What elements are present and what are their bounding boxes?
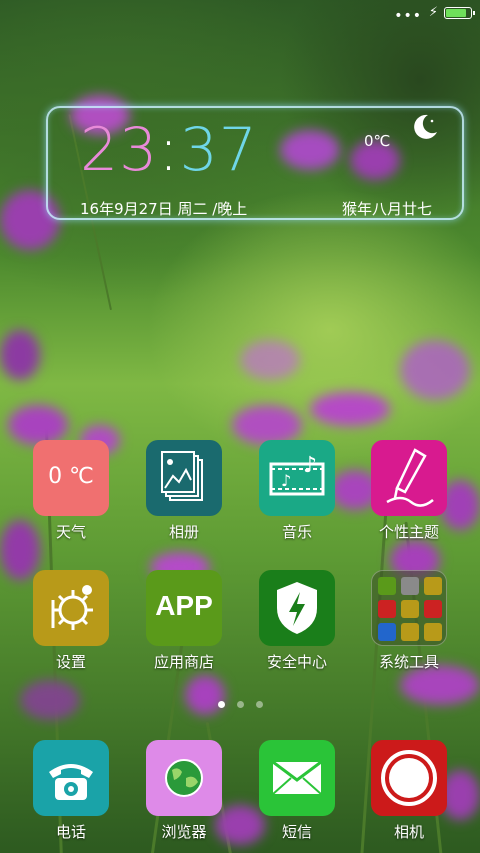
clock-hour: 23: [80, 115, 159, 185]
phone-icon: [33, 740, 109, 816]
folder-icon: [371, 570, 447, 646]
app-label-tools: 系统工具: [378, 653, 439, 671]
gallery-icon: [146, 440, 222, 516]
page-indicator: [0, 701, 480, 711]
charging-bolt-icon: ⚡: [428, 5, 438, 20]
page-dot-1[interactable]: [218, 701, 225, 708]
app-weather[interactable]: 0 ℃ 天气: [21, 440, 121, 542]
app-store-icon-text: APP: [155, 590, 213, 621]
envelope-icon: [259, 740, 335, 816]
brush-icon: [371, 440, 447, 516]
app-label-settings: 设置: [55, 653, 86, 671]
dock-sms[interactable]: 短信: [247, 740, 347, 842]
svg-text:♪: ♪: [281, 471, 291, 490]
page-dot-2[interactable]: [237, 701, 244, 708]
app-tools-folder[interactable]: 系统工具: [359, 570, 459, 672]
clock-minute: 37: [179, 115, 258, 185]
dock-label-sms: 短信: [281, 823, 312, 841]
dock-browser[interactable]: 浏览器: [134, 740, 234, 842]
weather-temperature: 0℃: [364, 132, 391, 150]
app-label-weather: 天气: [55, 523, 86, 541]
lunar-date-text: 猴年八月廿七: [342, 200, 433, 218]
page-dot-3[interactable]: [256, 701, 263, 708]
globe-icon: [146, 740, 222, 816]
dock-label-camera: 相机: [393, 823, 424, 841]
app-music[interactable]: ♪ ♪ 音乐: [247, 440, 347, 542]
app-themes[interactable]: 个性主题: [359, 440, 459, 542]
app-label-security: 安全中心: [266, 653, 327, 671]
dock-label-browser: 浏览器: [161, 823, 207, 841]
gear-icon: [33, 570, 109, 646]
music-icon: ♪ ♪: [259, 440, 335, 516]
app-security[interactable]: 安全中心: [247, 570, 347, 672]
clock-time: 23:37: [80, 118, 258, 182]
dock-label-phone: 电话: [55, 823, 86, 841]
clock-weather-widget[interactable]: 23:37 0℃ 16年9月27日 周二 /晚上 猴年八月廿七: [46, 106, 464, 220]
app-label-music: 音乐: [281, 523, 312, 541]
svg-text:♪: ♪: [303, 453, 317, 478]
camera-icon: [371, 740, 447, 816]
app-label-gallery: 相册: [168, 523, 199, 541]
app-label-themes: 个性主题: [378, 523, 439, 541]
moon-icon: [414, 114, 437, 139]
weather-icon-text: 0 ℃: [48, 464, 94, 489]
shield-icon: [259, 570, 335, 646]
battery-icon: [444, 7, 475, 19]
app-store-icon: APP: [146, 570, 222, 646]
app-gallery[interactable]: 相册: [134, 440, 234, 542]
weather-icon: 0 ℃: [33, 440, 109, 516]
date-text: 16年9月27日 周二 /晚上: [80, 200, 248, 218]
dock-camera[interactable]: 相机: [359, 740, 459, 842]
clock-separator: :: [158, 115, 180, 185]
app-label-appstore: 应用商店: [153, 653, 214, 671]
status-bar: ••• ⚡: [0, 0, 480, 28]
signal-dots-icon: •••: [394, 8, 422, 24]
app-appstore[interactable]: APP 应用商店: [134, 570, 234, 672]
app-settings[interactable]: 设置: [21, 570, 121, 672]
dock-phone[interactable]: 电话: [21, 740, 121, 842]
